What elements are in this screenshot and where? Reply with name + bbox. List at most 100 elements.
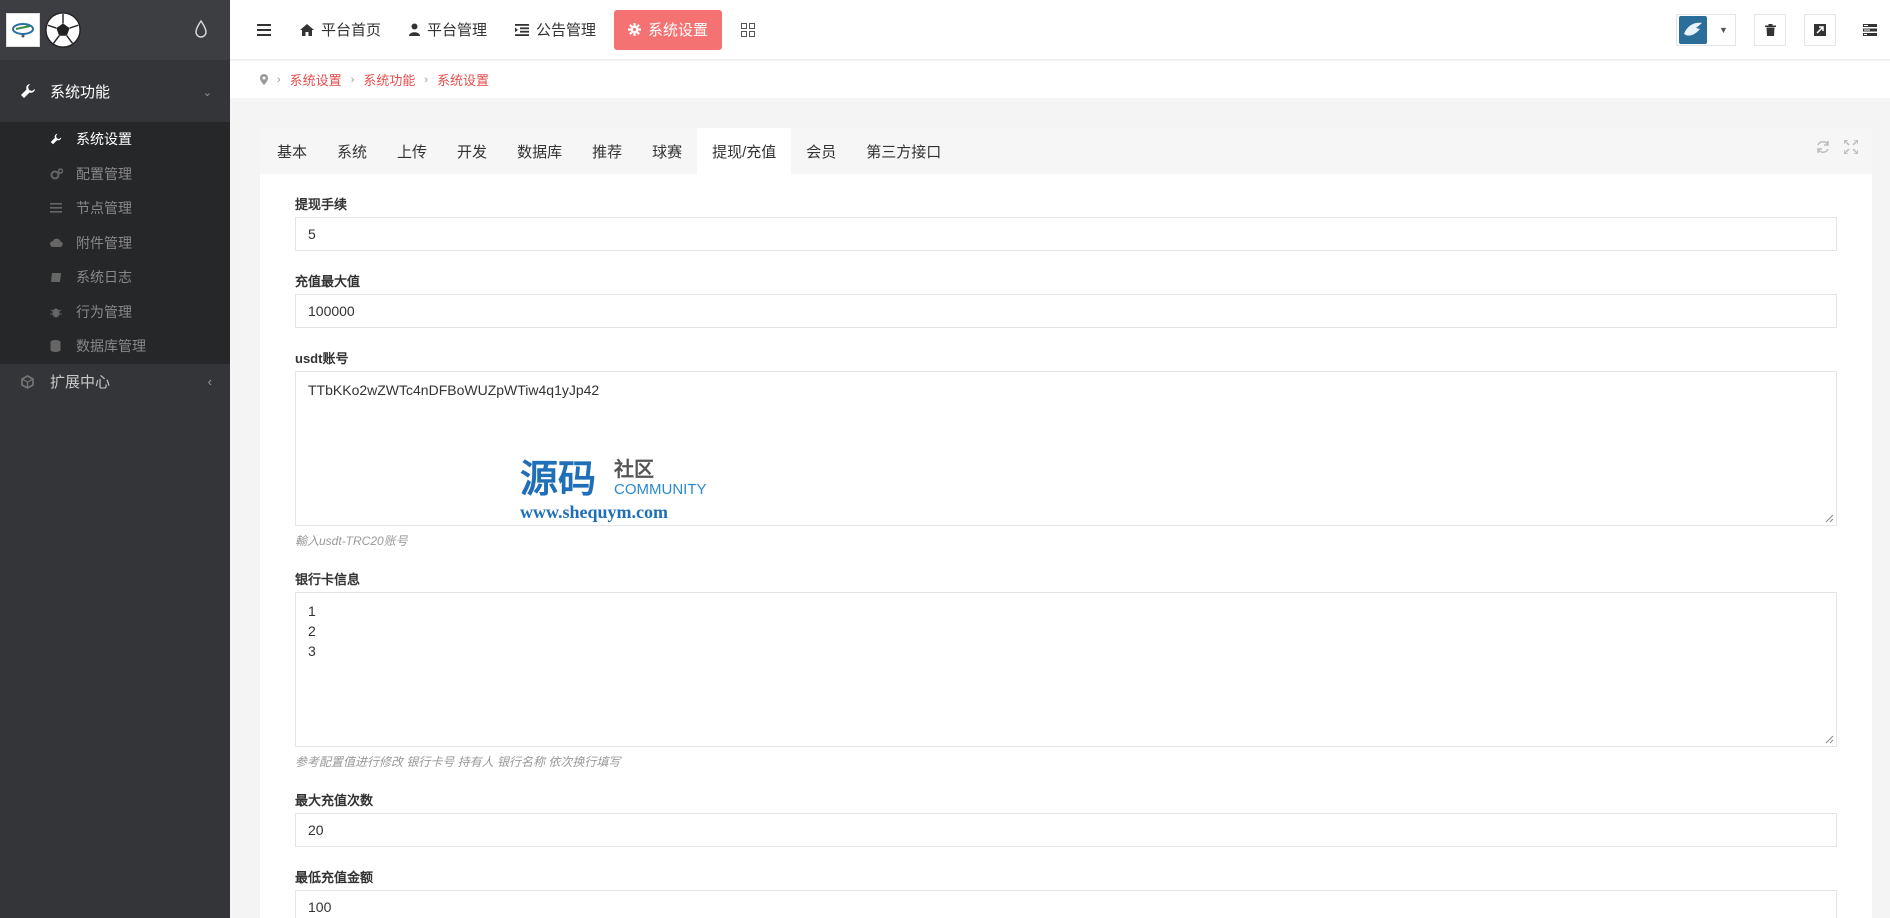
sub-menu: 系统设置 配置管理 节点管理 附件管理 系统日志 行为管理 数据库管理	[0, 122, 230, 364]
resize-grip-icon[interactable]	[1825, 514, 1834, 523]
nav-group-label: 系统功能	[50, 83, 111, 101]
user-icon	[409, 23, 421, 36]
cogs-icon	[50, 168, 64, 180]
user-menu[interactable]: ▼	[1676, 14, 1736, 46]
panel-tools	[1816, 140, 1858, 154]
field-label: 最低充值金额	[295, 870, 374, 885]
breadcrumb-link[interactable]: 系统设置	[437, 70, 489, 89]
tab-database[interactable]: 数据库	[502, 128, 577, 174]
top-navbar: 平台首页 平台管理 公告管理 系统设置 ▼	[230, 0, 1890, 60]
sidebar-item-database[interactable]: 数据库管理	[0, 329, 230, 364]
indent-icon	[515, 23, 530, 36]
sidebar-item-logs[interactable]: 系统日志	[0, 260, 230, 295]
breadcrumb-link[interactable]: 系统设置	[290, 70, 342, 89]
max-recharge-times-input[interactable]: 20	[295, 813, 1837, 847]
wrench-icon	[20, 83, 38, 99]
home-icon	[300, 23, 314, 36]
settings-tabs: 基本 系统 上传 开发 数据库 推荐 球赛 提现/充值 会员 第三方接口	[260, 128, 1872, 174]
tab-system[interactable]: 系统	[322, 128, 382, 174]
logo-bar	[0, 0, 230, 60]
textarea-value: TTbKKo2wZWTc4nDFBoWUZpWTiw4q1yJp42	[308, 382, 600, 398]
withdraw-fee-input[interactable]: 5	[295, 217, 1837, 251]
sidebar-item-nodes[interactable]: 节点管理	[0, 191, 230, 226]
breadcrumb-link[interactable]: 系统功能	[363, 70, 415, 89]
bank-info-textarea[interactable]: 1 2 3	[295, 592, 1837, 747]
trash-icon	[1764, 24, 1776, 36]
textarea-value: 1 2 3	[308, 603, 316, 659]
sidebar-item-system-settings[interactable]: 系统设置	[0, 122, 230, 157]
gear-icon	[628, 23, 642, 36]
cubes-icon	[20, 374, 38, 389]
nav-group-label: 扩展中心	[50, 374, 111, 391]
sidebar: 系统功能 ⌄ 系统设置 配置管理 节点管理 附件管理 系统日志 行为管理 数据库…	[0, 0, 230, 918]
tab-develop[interactable]: 开发	[442, 128, 502, 174]
open-frontend-button[interactable]	[1804, 14, 1836, 46]
avatar	[1679, 16, 1707, 44]
chevron-right-icon: ›	[277, 73, 281, 86]
tab-system-settings[interactable]: 系统设置	[614, 9, 723, 50]
tasks-icon	[1863, 24, 1877, 36]
list-icon	[50, 203, 64, 213]
watermark-url: www.shequym.com	[520, 502, 668, 522]
apps-grid-button[interactable]	[726, 22, 770, 37]
tab-withdraw-recharge[interactable]: 提现/充值	[697, 128, 792, 174]
tab-members[interactable]: 会员	[791, 128, 851, 174]
min-recharge-amount-input[interactable]: 100	[295, 890, 1837, 918]
football-icon	[45, 12, 81, 48]
clear-cache-button[interactable]	[1754, 14, 1786, 46]
sidebar-item-attachments[interactable]: 附件管理	[0, 226, 230, 261]
site-logo[interactable]	[6, 13, 40, 47]
tab-platform-manage[interactable]: 平台管理	[395, 0, 501, 60]
refresh-icon[interactable]	[1816, 140, 1830, 154]
right-sidebar-toggle-button[interactable]	[1854, 14, 1886, 46]
tab-recommend[interactable]: 推荐	[577, 128, 637, 174]
tab-third-party[interactable]: 第三方接口	[851, 128, 956, 174]
sidebar-item-config[interactable]: 配置管理	[0, 157, 230, 192]
chevron-right-icon: ›	[424, 73, 429, 86]
grid-icon	[741, 22, 756, 37]
tab-upload[interactable]: 上传	[382, 128, 442, 174]
sidebar-item-label: 数据库管理	[76, 338, 146, 355]
sidebar-item-behavior[interactable]: 行为管理	[0, 295, 230, 330]
tab-announcements[interactable]: 公告管理	[501, 0, 610, 60]
watermark-big: 源码	[520, 457, 596, 501]
max-recharge-input[interactable]: 100000	[295, 294, 1837, 328]
field-label: 充值最大值	[295, 274, 361, 289]
bug-icon	[50, 306, 64, 318]
breadcrumb: › 系统设置 › 系统功能 › 系统设置	[230, 61, 1890, 98]
caret-down-icon: ▼	[1719, 25, 1728, 35]
tab-basic[interactable]: 基本	[262, 128, 322, 174]
menu-toggle-button[interactable]	[242, 0, 286, 60]
sidebar-item-label: 节点管理	[76, 200, 132, 217]
chevron-down-icon: ⌄	[202, 87, 212, 99]
cloud-upload-icon	[50, 238, 64, 248]
theme-drop-icon[interactable]	[194, 20, 208, 38]
resize-grip-icon[interactable]	[1825, 735, 1834, 744]
tab-matches[interactable]: 球赛	[637, 128, 697, 174]
top-right-tools: ▼	[1676, 0, 1890, 60]
tab-label: 系统设置	[648, 22, 709, 39]
settings-form: 提现手续 5 充值最大值 100000 usdt账号 TTbKKo2wZWTc4…	[260, 194, 1872, 918]
map-marker-icon	[260, 74, 268, 85]
wrench-icon	[50, 133, 64, 145]
tab-platform-home[interactable]: 平台首页	[286, 0, 395, 60]
book-icon	[50, 272, 64, 283]
sidebar-item-label: 系统日志	[76, 269, 132, 286]
field-label: 最大充值次数	[295, 793, 374, 808]
sidebar-item-label: 行为管理	[76, 303, 132, 320]
field-label: 银行卡信息	[295, 572, 361, 587]
settings-panel: 基本 系统 上传 开发 数据库 推荐 球赛 提现/充值 会员 第三方接口 提现手…	[260, 128, 1872, 918]
watermark-en: COMMUNITY	[614, 481, 707, 498]
field-label: usdt账号	[295, 351, 349, 366]
sidebar-item-label: 附件管理	[76, 234, 132, 251]
help-text: 参考配置值进行修改 银行卡号 持有人 银行名称 依次换行填写	[295, 755, 621, 769]
sidebar-item-label: 配置管理	[76, 165, 132, 182]
tab-label: 公告管理	[536, 22, 597, 39]
chevron-left-icon: ‹	[207, 373, 212, 389]
fullscreen-icon[interactable]	[1844, 140, 1858, 154]
sidebar-item-label: 系统设置	[76, 131, 132, 148]
database-icon	[50, 340, 64, 353]
field-label: 提现手续	[295, 197, 348, 212]
nav-group-extensions[interactable]: 扩展中心 ‹	[0, 364, 230, 400]
nav-group-system[interactable]: 系统功能 ⌄	[0, 60, 230, 122]
